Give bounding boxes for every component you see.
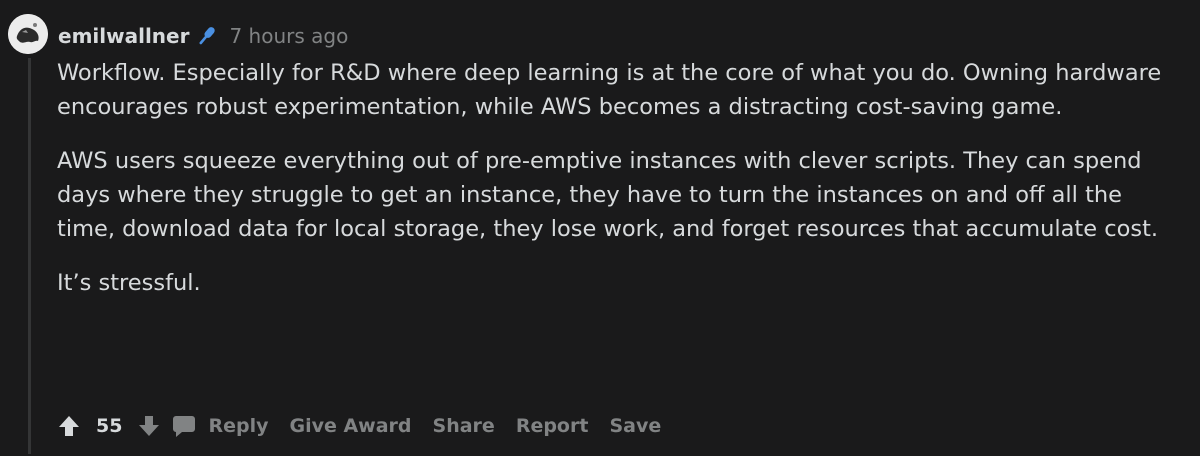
comment-paragraph: Workflow. Especially for R&D where deep … bbox=[57, 60, 1162, 120]
comment-paragraph: AWS users squeeze everything out of pre-… bbox=[57, 148, 1159, 242]
share-button[interactable]: Share bbox=[433, 415, 495, 437]
vote-score: 55 bbox=[96, 415, 123, 437]
speech-bubble-icon bbox=[172, 413, 198, 439]
save-button[interactable]: Save bbox=[609, 415, 661, 437]
thread-line[interactable] bbox=[28, 58, 31, 454]
downvote-icon[interactable] bbox=[136, 413, 162, 439]
microphone-icon bbox=[193, 23, 219, 49]
comment-header: emilwallner 7 hours ago bbox=[58, 21, 348, 51]
reply-button[interactable]: Reply bbox=[162, 413, 268, 439]
report-button[interactable]: Report bbox=[516, 415, 589, 437]
username[interactable]: emilwallner bbox=[58, 24, 189, 48]
reply-label: Reply bbox=[208, 415, 269, 437]
avatar[interactable] bbox=[8, 14, 48, 54]
comment-paragraph: It’s stressful. bbox=[57, 270, 201, 296]
give-award-button[interactable]: Give Award bbox=[289, 415, 411, 437]
timestamp[interactable]: 7 hours ago bbox=[229, 24, 348, 48]
comment: emilwallner 7 hours ago Workflow. Especi… bbox=[0, 0, 1200, 456]
comment-actions: 55 Reply Give Award Share Report Save bbox=[56, 408, 682, 444]
upvote-icon[interactable] bbox=[56, 413, 82, 439]
comment-body: Workflow. Especially for R&D where deep … bbox=[57, 56, 1167, 320]
